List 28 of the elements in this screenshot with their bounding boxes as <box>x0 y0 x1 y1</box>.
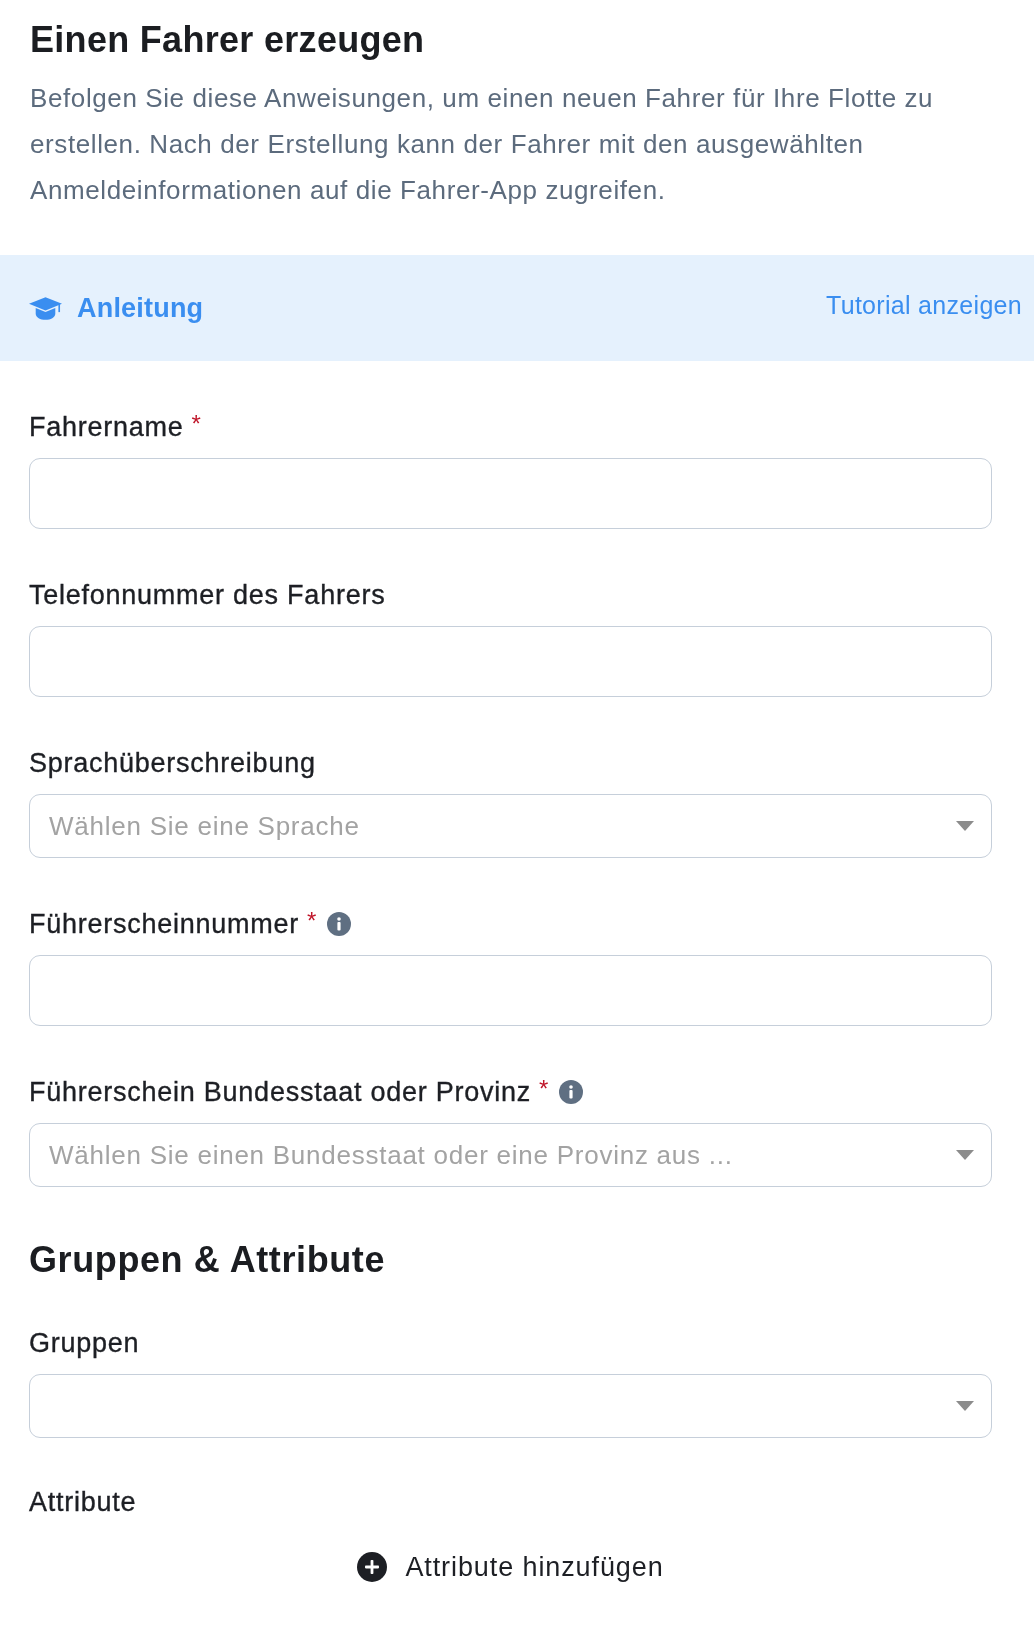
caret-down-icon <box>956 821 974 831</box>
guide-title: Anleitung <box>77 292 204 324</box>
field-label: Telefonnummer des Fahrers <box>29 579 386 611</box>
text-input-field[interactable] <box>29 955 992 1026</box>
info-icon[interactable] <box>559 1080 584 1104</box>
add-attributes-button[interactable]: Attribute hinzufügen <box>357 1547 664 1587</box>
graduation-cap-icon <box>29 296 62 320</box>
required-asterisk: * <box>191 412 201 436</box>
caret-down-icon <box>956 1150 974 1160</box>
text-input-field[interactable] <box>29 626 992 697</box>
field-label: Sprachüberschreibung <box>29 747 316 779</box>
dropdown-field[interactable] <box>29 1374 992 1438</box>
required-asterisk: * <box>307 909 317 933</box>
field-label: Führerschein Bundesstaat oder Provinz <box>29 1076 531 1108</box>
page-description: Befolgen Sie diese Anweisungen, um einen neuen Fahrer für Ihre Flotte zu erstellen. Nach der Erstellung kann der Fahrer mit den ausgewählten Anmeldeinformationen auf die Fahrer-App zugreifen. <box>30 82 935 207</box>
field-label: Fahrername <box>29 411 184 443</box>
plus-circle-icon <box>357 1552 388 1582</box>
text-input-field[interactable] <box>29 458 992 529</box>
info-icon[interactable] <box>327 912 352 936</box>
field-label: Attribute <box>29 1486 137 1518</box>
page-title: Einen Fahrer erzeugen <box>30 20 426 60</box>
dropdown-field[interactable]: Wählen Sie einen Bundesstaat oder eine Provinz aus ... <box>29 1123 992 1187</box>
caret-down-icon <box>956 1401 974 1411</box>
field-label: Gruppen <box>29 1327 140 1359</box>
required-asterisk: * <box>539 1077 549 1101</box>
field-label: Führerscheinnummer <box>29 908 300 940</box>
section-heading: Gruppen & Attribute <box>29 1238 387 1282</box>
dropdown-field[interactable]: Wählen Sie eine Sprache <box>29 794 992 858</box>
